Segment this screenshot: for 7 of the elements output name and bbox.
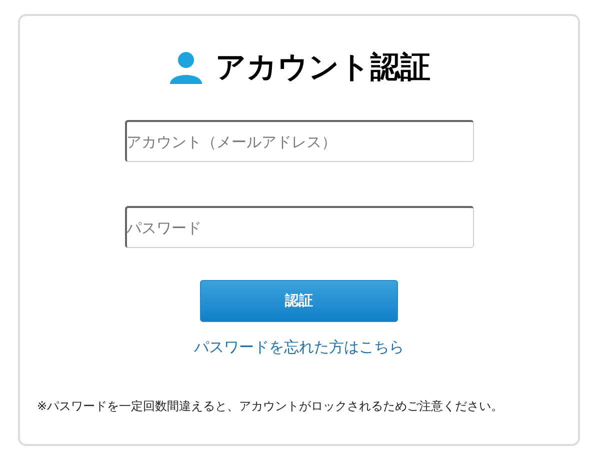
page-title: アカウント認証 xyxy=(216,53,430,83)
password-field[interactable]: パスワード xyxy=(124,206,474,248)
account-field[interactable]: アカウント（メールアドレス） xyxy=(124,120,474,162)
submit-button[interactable]: 認証 xyxy=(200,280,398,322)
user-icon xyxy=(168,50,204,86)
notice-text: ※パスワードを一定回数間違えると、アカウントがロックされるためご注意ください。 xyxy=(37,398,504,414)
forgot-password-link[interactable]: パスワードを忘れた方はこちら xyxy=(194,336,404,358)
